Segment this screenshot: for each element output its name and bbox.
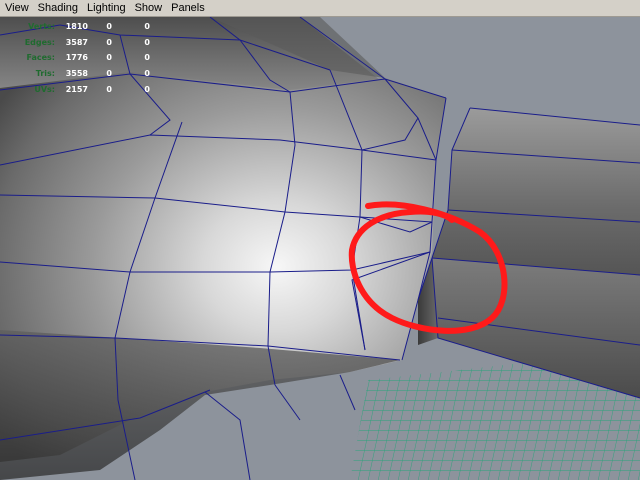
hud-row-verts: Verts: 1810 0 0 [6, 19, 150, 35]
hud-value: 1810 [65, 22, 88, 32]
hud-row-uvs: UVs: 2157 0 0 [6, 81, 150, 97]
menu-lighting[interactable]: Lighting [82, 0, 130, 17]
hud-label: Faces: [26, 53, 55, 63]
hud-value: 0 [106, 84, 112, 94]
menu-view[interactable]: View [0, 0, 33, 17]
hud-row-faces: Faces: 1776 0 0 [6, 50, 150, 66]
hud-label: Tris: [35, 69, 55, 79]
hud-value: 1776 [65, 53, 88, 63]
hud-row-edges: Edges: 3587 0 0 [6, 35, 150, 51]
hud-label: Verts: [28, 22, 55, 32]
hud-value: 3587 [65, 37, 88, 47]
menu-panels[interactable]: Panels [166, 0, 209, 17]
hud-value: 0 [106, 37, 112, 47]
hud-value: 0 [144, 84, 150, 94]
hud-value: 0 [106, 22, 112, 32]
viewport-menubar: View Shading Lighting Show Panels [0, 0, 640, 17]
hud-value: 0 [106, 69, 112, 79]
hud-value: 0 [144, 22, 150, 32]
menu-shading[interactable]: Shading [33, 0, 82, 17]
menu-show[interactable]: Show [130, 0, 167, 17]
hud-value: 0 [144, 53, 150, 63]
poly-count-hud: Verts: 1810 0 0 Edges: 3587 0 0 Faces: 1… [6, 19, 150, 97]
limb-mesh [418, 108, 640, 398]
hud-value: 3558 [65, 69, 88, 79]
hud-value: 0 [144, 69, 150, 79]
hud-value: 2157 [65, 84, 88, 94]
hud-row-tris: Tris: 3558 0 0 [6, 66, 150, 82]
hud-value: 0 [106, 53, 112, 63]
hud-label: UVs: [34, 84, 55, 94]
hud-value: 0 [144, 37, 150, 47]
hud-label: Edges: [24, 37, 55, 47]
